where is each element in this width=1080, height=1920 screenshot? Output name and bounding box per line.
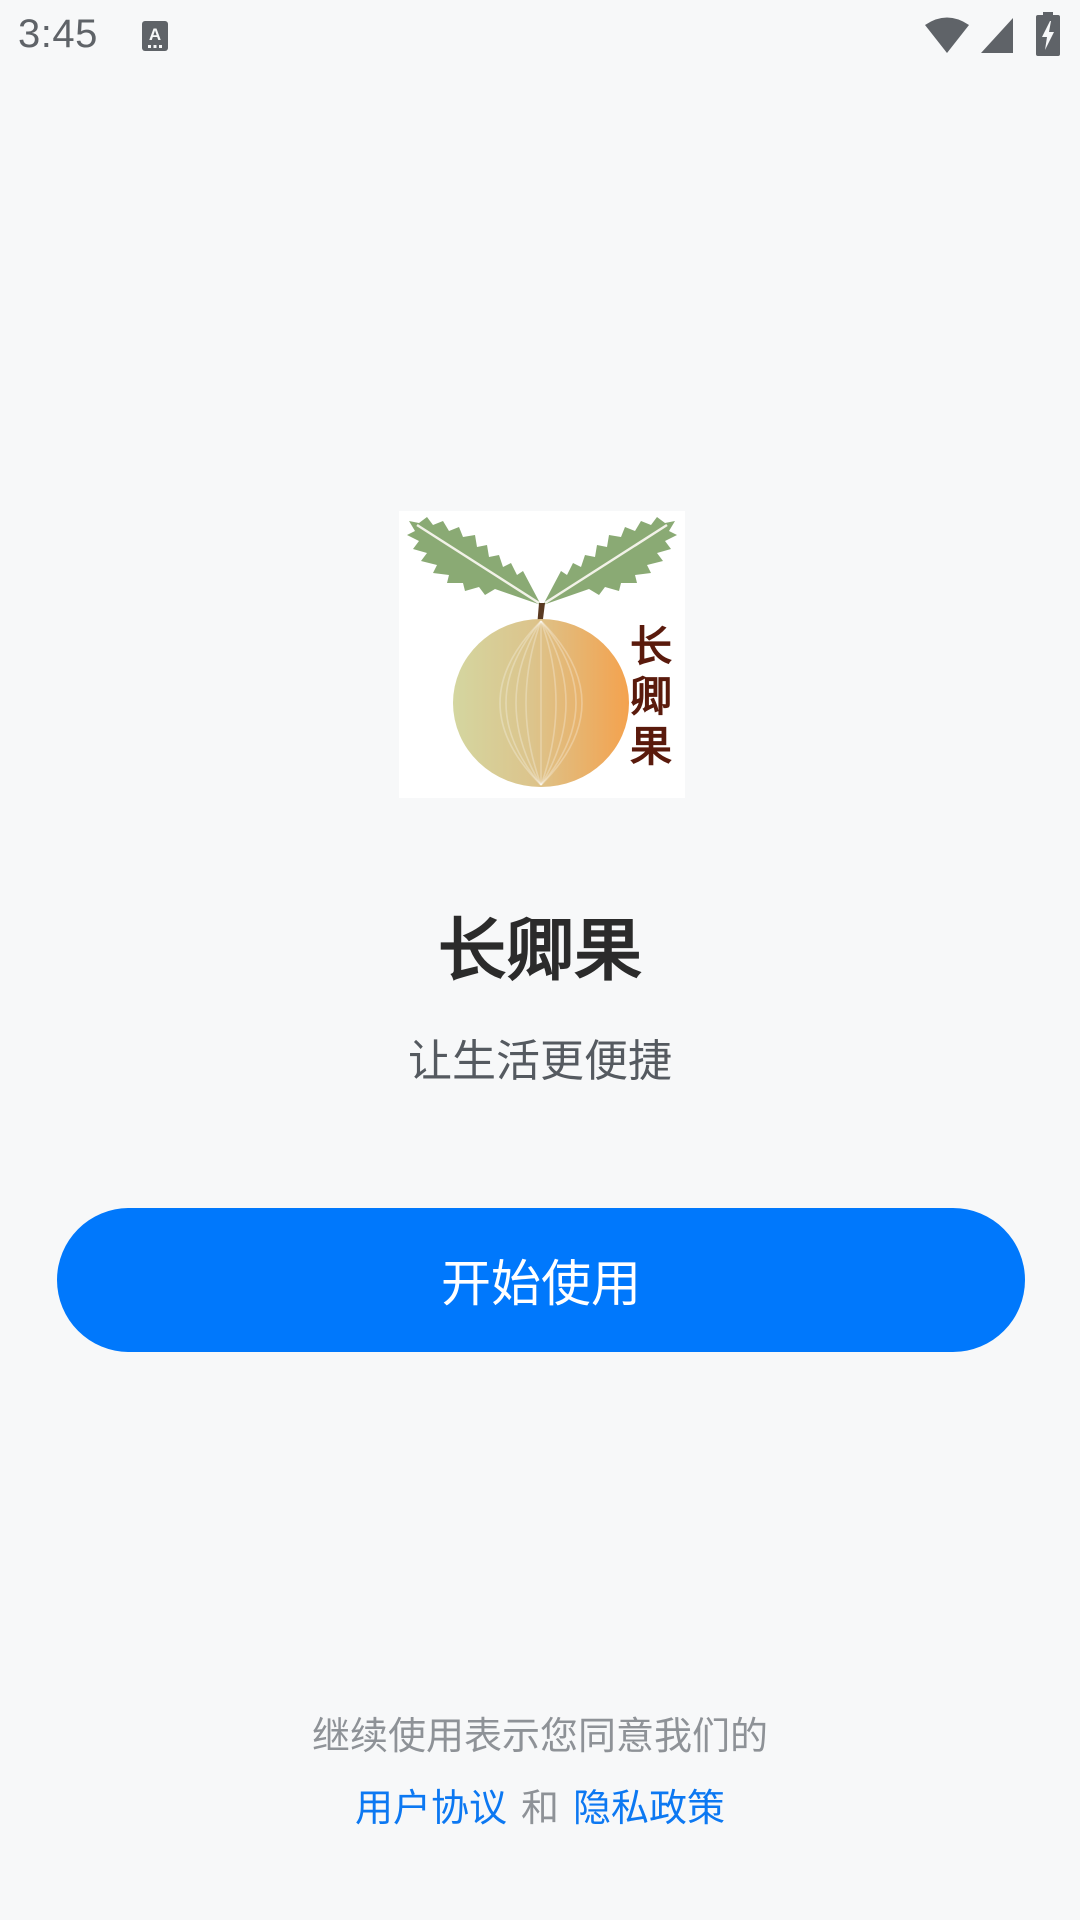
status-bar: 3:45 A <box>0 0 1080 72</box>
consent-text: 继续使用表示您同意我们的 <box>311 1714 768 1758</box>
app-logo: 长 卿 果 <box>399 511 685 798</box>
app-slogan: 让生活更便捷 <box>408 1036 672 1087</box>
battery-charging-icon <box>1036 12 1060 56</box>
logo-char-3: 果 <box>630 722 672 771</box>
signal-icon <box>981 18 1013 53</box>
consent-and-text: 和 <box>520 1786 559 1830</box>
fruit-logo-icon: 长 卿 果 <box>407 517 677 787</box>
status-time: 3:45 <box>18 12 98 56</box>
logo-char-2: 卿 <box>630 672 672 721</box>
app-name: 长卿果 <box>437 912 642 991</box>
wifi-icon <box>925 17 969 53</box>
user-agreement-link[interactable]: 用户协议 <box>355 1786 507 1830</box>
logo-char-1: 长 <box>630 622 672 671</box>
start-button[interactable]: 开始使用 <box>57 1208 1025 1352</box>
privacy-policy-link[interactable]: 隐私政策 <box>573 1786 725 1830</box>
consent-links: 用户协议和隐私政策 <box>0 1780 1080 1836</box>
keyboard-a-icon: A <box>142 21 168 51</box>
svg-text:A: A <box>149 25 161 44</box>
